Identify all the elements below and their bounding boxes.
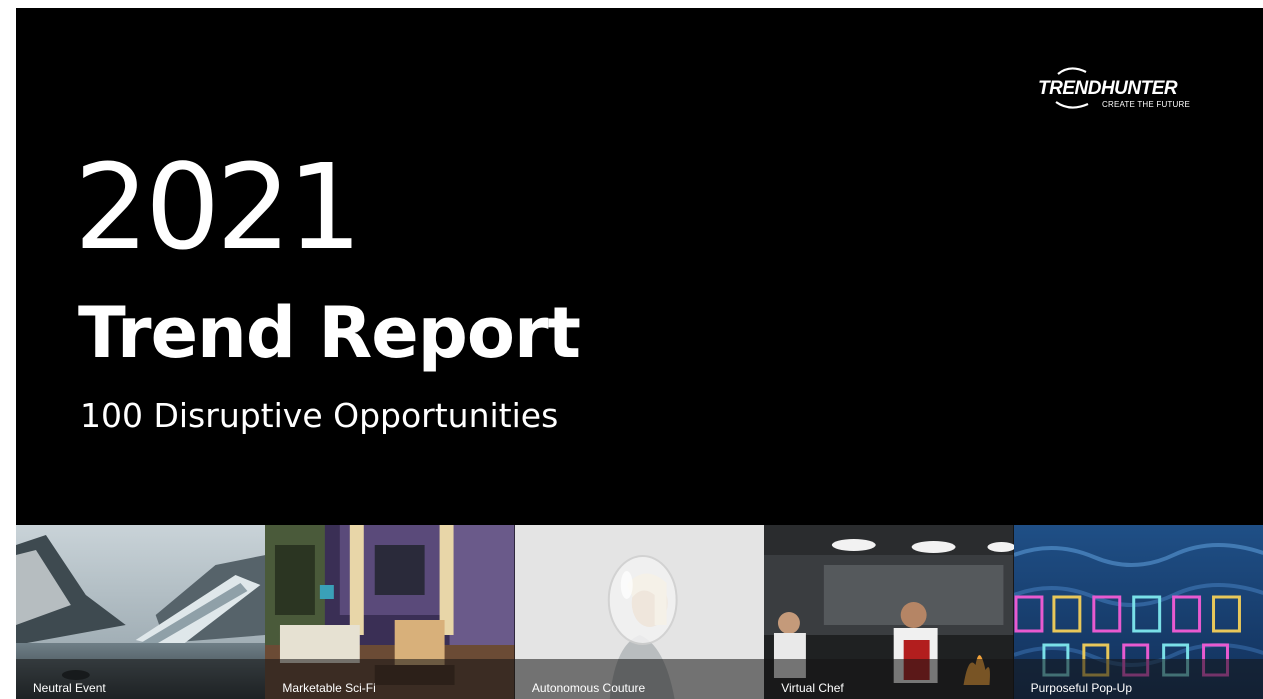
trend-tile-neutral-event[interactable]: Neutral Event (16, 525, 266, 699)
trend-thumbnail-strip: Neutral Event Marketable Sci-Fi Autonomo… (16, 525, 1263, 699)
brand-tagline: CREATE THE FUTURE (1102, 100, 1190, 109)
trend-tile-virtual-chef[interactable]: Virtual Chef (764, 525, 1014, 699)
trend-label: Autonomous Couture (531, 681, 646, 695)
trend-tile-purposeful-pop-up[interactable]: Purposeful Pop-Up (1013, 525, 1263, 699)
trend-tile-marketable-sci-fi[interactable]: Marketable Sci-Fi (265, 525, 515, 699)
report-subtitle: 100 Disruptive Opportunities (80, 396, 559, 435)
trend-label: Virtual Chef (781, 681, 844, 695)
report-year: 2021 (74, 138, 362, 276)
trend-label: Neutral Event (33, 681, 106, 695)
report-title: Trend Report (78, 292, 581, 374)
trend-label: Marketable Sci-Fi (282, 681, 376, 695)
trendhunter-logo[interactable]: TRENDHUNTER CREATE THE FUTURE (1036, 64, 1216, 112)
brand-name: TRENDHUNTER (1038, 78, 1178, 99)
trend-label: Purposeful Pop-Up (1030, 681, 1133, 695)
trend-report-banner: TRENDHUNTER CREATE THE FUTURE 2021 Trend… (16, 8, 1263, 699)
trend-tile-autonomous-couture[interactable]: Autonomous Couture (514, 525, 765, 699)
